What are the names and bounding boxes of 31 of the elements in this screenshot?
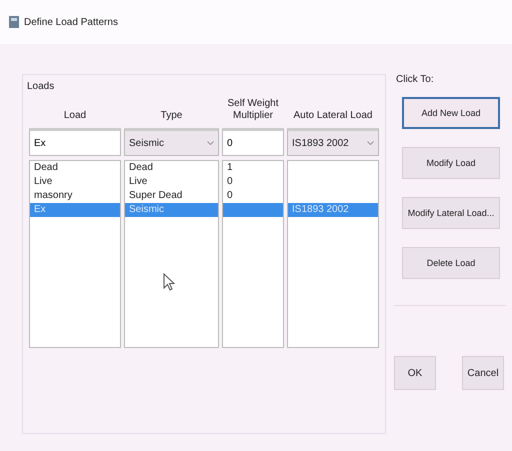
list-row[interactable]: Super Dead [125, 189, 218, 203]
list-row[interactable]: masonry [30, 189, 120, 203]
multiplier-field[interactable]: 0 [222, 128, 284, 156]
group-title: Loads [27, 81, 56, 92]
mouse-cursor-icon [163, 273, 175, 291]
section-title: Click To: [396, 74, 435, 85]
column-header: Load [62, 110, 88, 123]
column-header: Self Weight Multiplier [226, 98, 280, 123]
ok-button[interactable]: OK [394, 356, 436, 390]
action-button[interactable]: Modify Lateral Load... [402, 197, 500, 229]
cancel-button[interactable]: Cancel [462, 356, 504, 390]
list-row[interactable] [223, 203, 283, 217]
list-row[interactable]: Dead [125, 161, 218, 175]
column-header: Auto Lateral Load [292, 110, 374, 123]
app-icon [8, 15, 20, 29]
list-row[interactable]: Live [30, 175, 120, 189]
chevron-down-icon [367, 141, 374, 145]
list-row[interactable]: Live [125, 175, 218, 189]
list-row[interactable]: Dead [30, 161, 120, 175]
column-header: Type [160, 110, 184, 123]
list-row[interactable]: 0 [223, 175, 283, 189]
window-title: Define Load Patterns [24, 16, 118, 28]
type-dropdown[interactable]: Seismic [124, 128, 219, 156]
load-name-field[interactable]: Ex [29, 128, 121, 156]
action-button[interactable]: Add New Load [402, 97, 500, 129]
auto-lateral-dropdown[interactable]: IS1893 2002 [287, 128, 379, 156]
list-row[interactable]: 0 [223, 189, 283, 203]
list-row[interactable]: 1 [223, 161, 283, 175]
action-button[interactable]: Delete Load [402, 247, 500, 279]
action-button[interactable]: Modify Load [402, 147, 500, 179]
chevron-down-icon [207, 141, 214, 145]
